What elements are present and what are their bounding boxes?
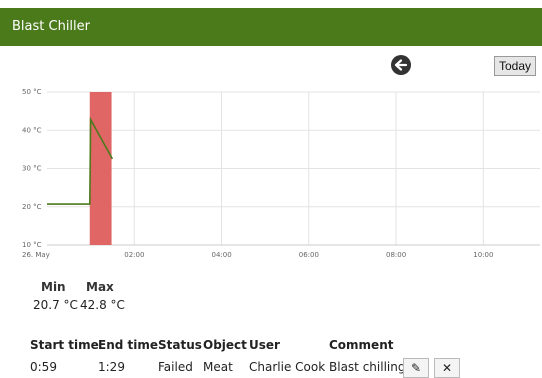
header-status: Status	[158, 338, 202, 352]
close-icon: ✕	[442, 361, 452, 375]
pencil-icon: ✎	[411, 361, 421, 375]
temperature-chart: 10 °C 20 °C 30 °C 40 °C 50 °C 26. May 02:00 04:…	[0, 82, 542, 266]
y-tick-label: 30 °C	[22, 165, 42, 173]
cell-end-time: 1:29	[98, 360, 125, 374]
header-comment: Comment	[329, 338, 393, 352]
y-tick-label: 10 °C	[22, 241, 42, 249]
x-tick-label: 04:00	[212, 251, 232, 259]
max-label: Max	[86, 280, 114, 294]
failed-period-band	[90, 92, 112, 245]
y-tick-label: 50 °C	[22, 88, 42, 96]
edit-button[interactable]: ✎	[403, 358, 429, 378]
x-tick-label: 26. May	[22, 251, 50, 259]
cell-start-time: 0:59	[30, 360, 57, 374]
x-tick-label: 08:00	[386, 251, 406, 259]
x-tick-label: 10:00	[473, 251, 493, 259]
arrow-left-icon	[391, 55, 411, 75]
header-user: User	[249, 338, 280, 352]
cell-status: Failed	[158, 360, 193, 374]
header-end-time: End time	[98, 338, 158, 352]
app-header: Blast Chiller	[0, 8, 542, 46]
delete-button[interactable]: ✕	[434, 358, 460, 378]
y-tick-label: 40 °C	[22, 126, 42, 134]
today-button[interactable]: Today	[494, 56, 536, 76]
cell-user: Charlie Cook	[249, 360, 325, 374]
page-title: Blast Chiller	[12, 19, 90, 34]
header-object: Object	[203, 338, 247, 352]
x-tick-label: 02:00	[124, 251, 144, 259]
cell-comment: Blast chilling	[329, 360, 405, 374]
back-button[interactable]	[391, 55, 411, 75]
y-tick-label: 20 °C	[22, 203, 42, 211]
max-value: 42.8 °C	[80, 298, 125, 312]
cell-object: Meat	[203, 360, 233, 374]
min-label: Min	[41, 280, 66, 294]
header-start-time: Start time	[30, 338, 99, 352]
x-tick-label: 06:00	[299, 251, 319, 259]
min-value: 20.7 °C	[33, 298, 78, 312]
